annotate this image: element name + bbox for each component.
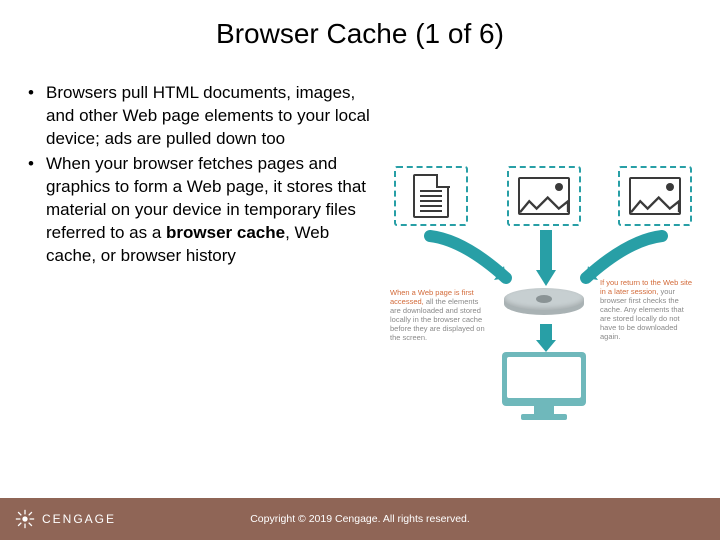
slide: Browser Cache (1 of 6) Browsers pull HTM…	[0, 0, 720, 540]
burst-icon	[14, 508, 36, 530]
text-column: Browsers pull HTML documents, images, an…	[24, 82, 376, 498]
illustration-column: When a Web page is first accessed, all t…	[392, 82, 696, 498]
copyright-text: Copyright © 2019 Cengage. All rights res…	[250, 513, 470, 525]
monitor-icon	[502, 352, 586, 420]
slide-body: Browsers pull HTML documents, images, an…	[0, 58, 720, 498]
arrow-icon	[536, 324, 556, 352]
bullet-list: Browsers pull HTML documents, images, an…	[24, 82, 376, 268]
cache-diagram: When a Web page is first accessed, all t…	[394, 160, 694, 420]
bullet-item: Browsers pull HTML documents, images, an…	[24, 82, 376, 151]
footer-bar: CENGAGE Copyright © 2019 Cengage. All ri…	[0, 498, 720, 540]
bullet-item: When your browser fetches pages and grap…	[24, 153, 376, 268]
diagram-caption: If you return to the Web site in a later…	[600, 278, 696, 341]
disk-icon	[504, 288, 584, 322]
image-icon	[507, 166, 581, 226]
diagram-caption: When a Web page is first accessed, all t…	[390, 288, 486, 342]
brand-logo: CENGAGE	[14, 508, 116, 530]
slide-title: Browser Cache (1 of 6)	[0, 0, 720, 58]
brand-text: CENGAGE	[42, 512, 116, 526]
image-icon	[618, 166, 692, 226]
document-icon	[394, 166, 468, 226]
arrow-icon	[536, 230, 556, 286]
arrow-icon	[424, 230, 516, 292]
